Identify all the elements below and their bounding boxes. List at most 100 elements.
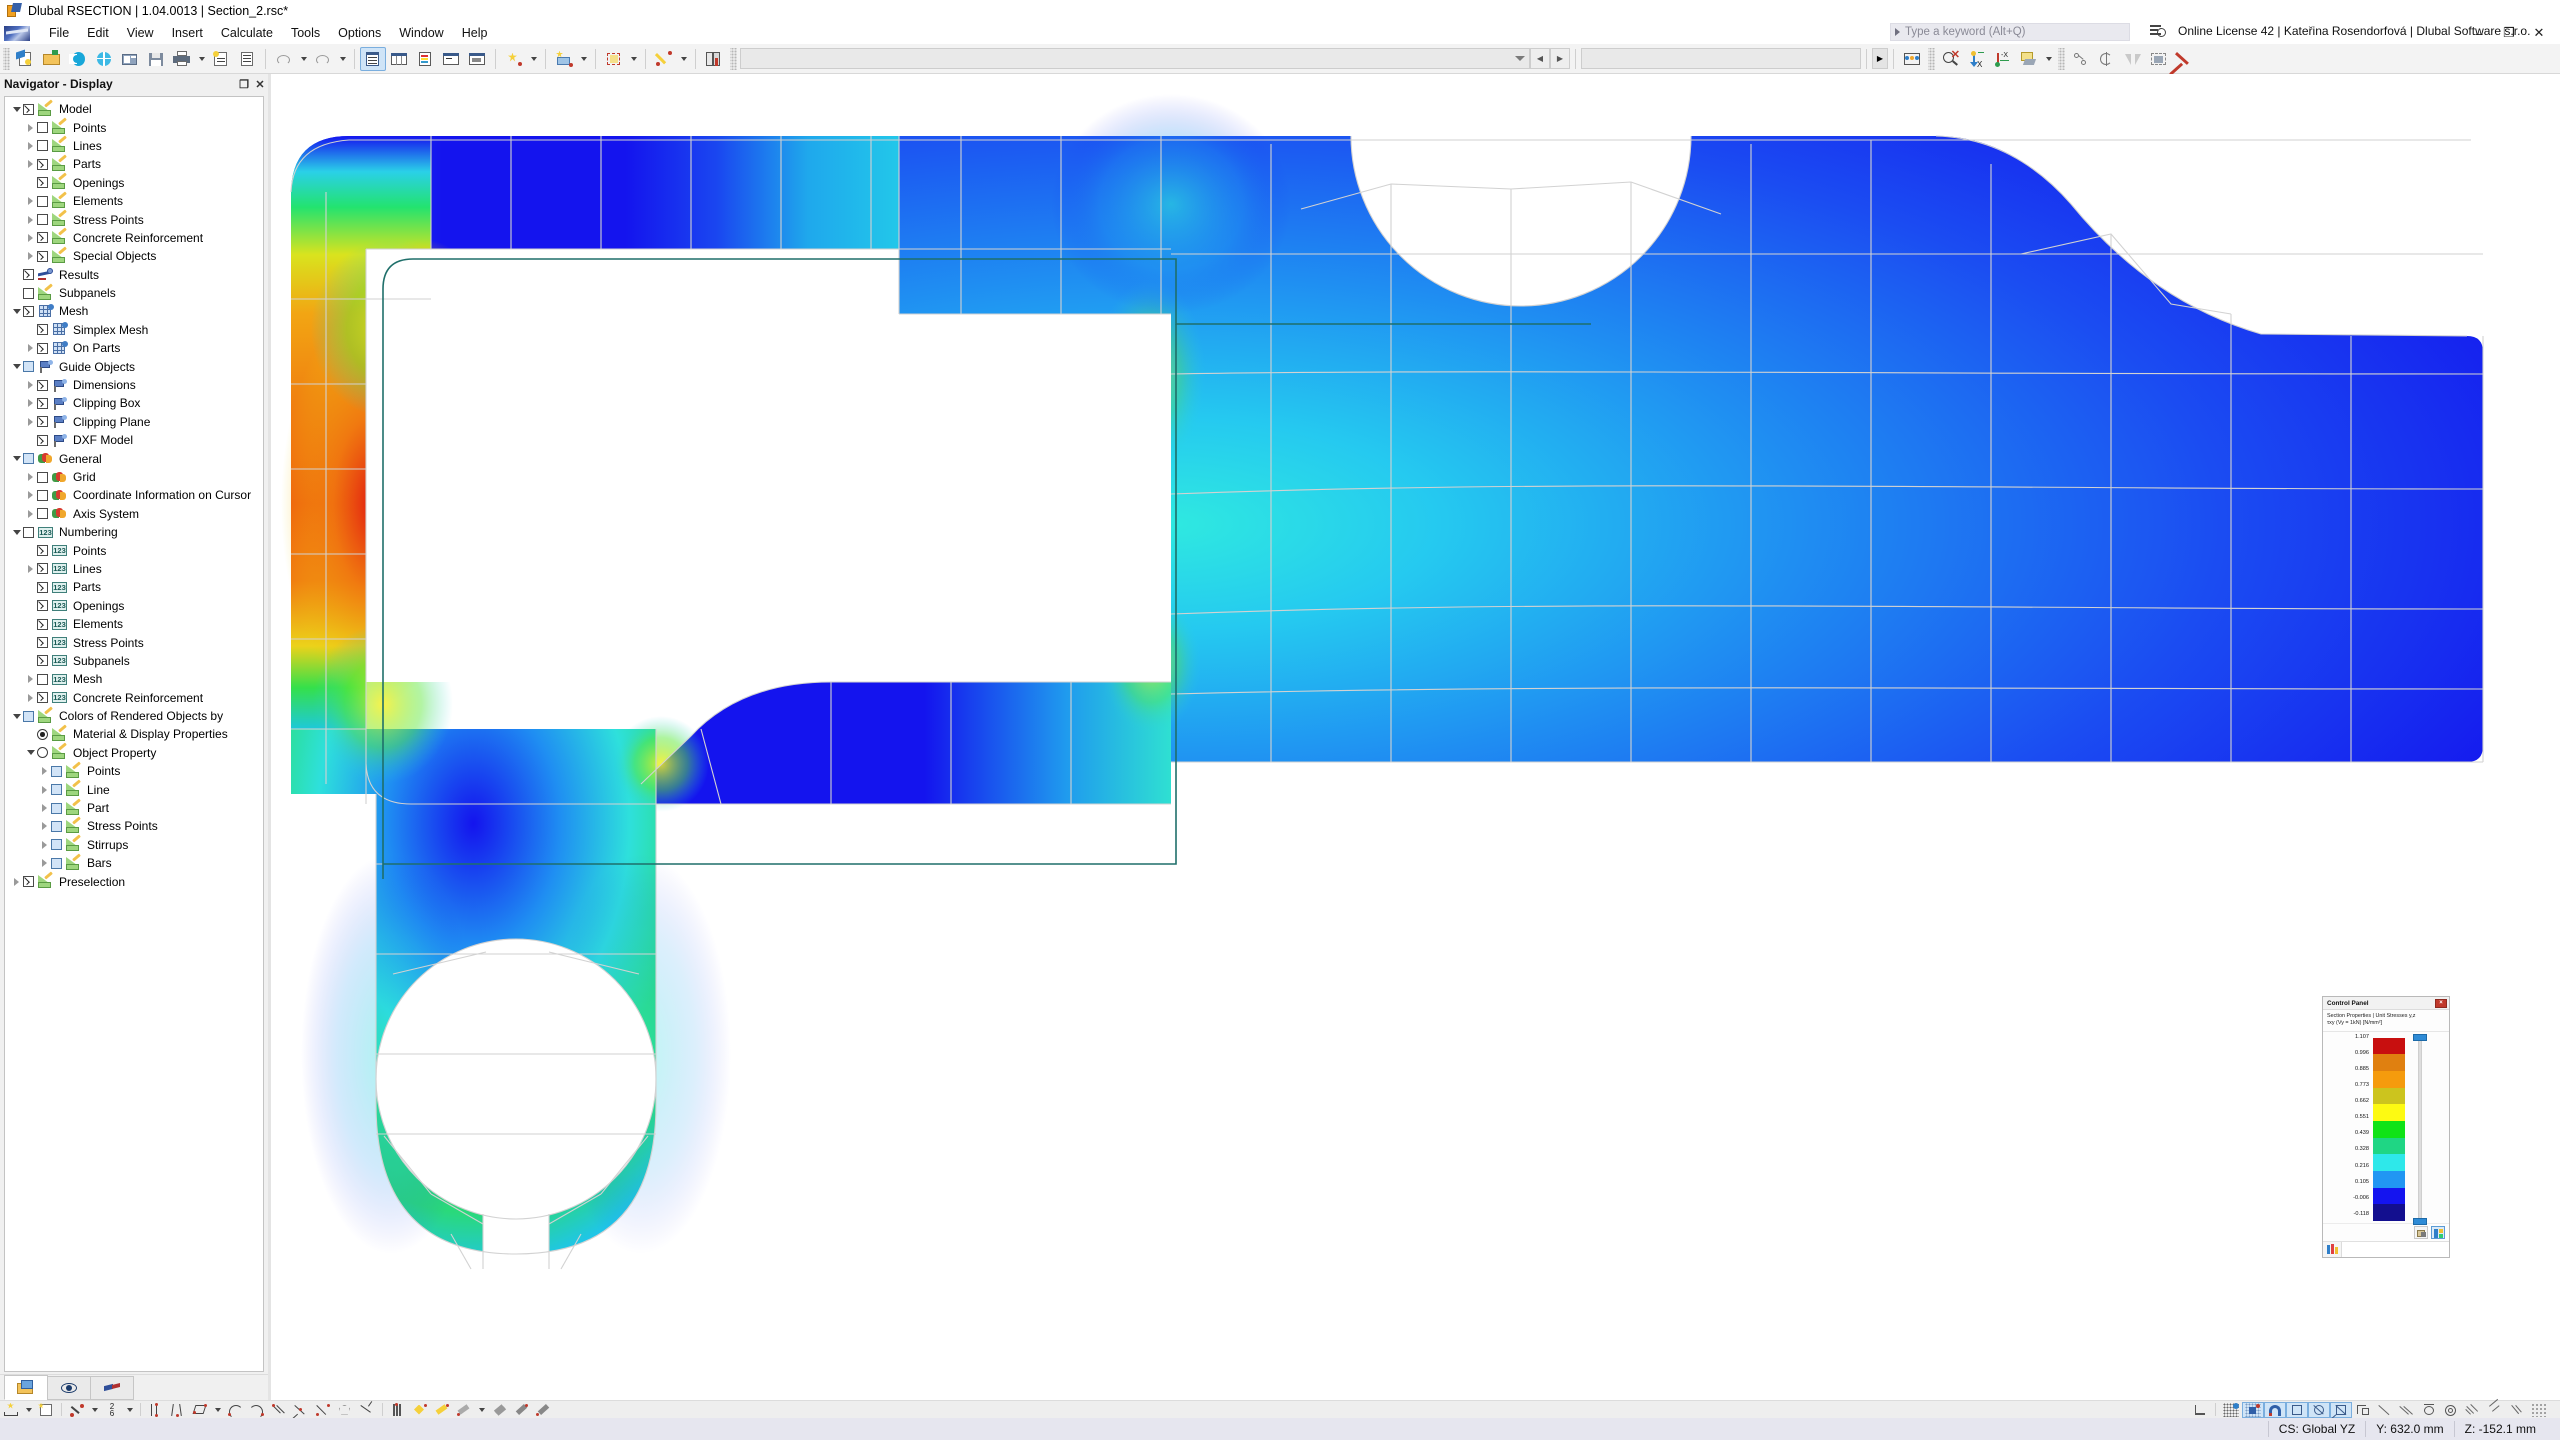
parallel-icon[interactable] [2396, 1402, 2418, 1418]
render-dropdown-arrow-icon[interactable] [2042, 47, 2055, 71]
line-dropdown-arrow-icon[interactable] [577, 47, 590, 71]
thick-line-icon[interactable] [510, 1402, 532, 1418]
tree-checkbox[interactable] [37, 545, 48, 557]
tree-item-lines[interactable]: 123 Lines [5, 560, 263, 578]
double-line-icon[interactable] [488, 1402, 510, 1418]
parallel-offset-icon[interactable] [268, 1402, 290, 1418]
zoom-cancel-icon[interactable]: ✕ [1938, 47, 1964, 71]
toolbar-grip[interactable] [3, 47, 10, 70]
yellow-wand-icon[interactable] [431, 1402, 453, 1418]
chevron-down-icon[interactable] [10, 523, 23, 541]
chevron-down-icon[interactable] [10, 100, 23, 118]
toolbar-grip-4[interactable] [2058, 47, 2065, 70]
chevron-right-icon[interactable] [24, 689, 37, 707]
tree-item-preselection[interactable]: Preselection [5, 871, 263, 890]
tree-item-points[interactable]: Points [5, 761, 263, 780]
dimension-icon[interactable] [0, 1402, 22, 1418]
tangent-icon[interactable] [312, 1402, 334, 1418]
tree-checkbox[interactable] [23, 305, 34, 317]
abacus-icon[interactable] [1899, 47, 1925, 71]
menu-item-help[interactable]: Help [453, 24, 497, 42]
tree-item-results[interactable]: Results [5, 266, 263, 284]
navigator-tree[interactable]: Model Points Lines Parts Openings Elements Str… [4, 96, 264, 1372]
tree-item-bars[interactable]: Bars [5, 853, 263, 872]
tree-item-clipping-box[interactable]: Clipping Box [5, 394, 263, 412]
tree-item-colors-of-rendered-objects-by[interactable]: Colors of Rendered Objects by [5, 706, 263, 725]
tree-checkbox[interactable] [51, 839, 62, 851]
tree-checkbox[interactable] [37, 618, 48, 630]
chevron-right-icon[interactable] [24, 394, 37, 412]
tree-checkbox[interactable] [37, 379, 48, 391]
page-prev-button[interactable]: ◀ [1530, 48, 1550, 69]
tree-checkbox[interactable] [37, 673, 48, 685]
line-star-icon[interactable] [551, 47, 577, 71]
mirror-icon[interactable] [2120, 47, 2146, 71]
tree-checkbox[interactable] [37, 416, 48, 428]
chevron-right-icon[interactable] [24, 192, 37, 210]
tree-checkbox[interactable] [37, 508, 48, 520]
snap-settings-icon[interactable] [35, 1402, 57, 1418]
console-icon[interactable] [438, 47, 464, 71]
globe-icon[interactable] [91, 47, 117, 71]
tree-checkbox[interactable] [51, 802, 62, 814]
menu-item-file[interactable]: File [40, 24, 78, 42]
tree-item-clipping-plane[interactable]: Clipping Plane [5, 413, 263, 431]
tree-item-points[interactable]: 123 Points [5, 541, 263, 559]
tree-item-elements[interactable]: 123 Elements [5, 615, 263, 633]
move-copy-icon[interactable] [2068, 47, 2094, 71]
navigator-panel-icon[interactable] [360, 46, 386, 71]
slider-max-handle[interactable] [2413, 1033, 2427, 1041]
legend-range-slider[interactable] [2405, 1033, 2435, 1225]
tree-checkbox[interactable] [37, 122, 48, 134]
page-icon[interactable] [234, 47, 260, 71]
tree-item-dxf-model[interactable]: DXF Model [5, 431, 263, 449]
tree-checkbox[interactable] [23, 103, 34, 115]
cross-square-icon[interactable] [2308, 1401, 2330, 1418]
tree-item-material-display-properties[interactable]: Material & Display Properties [5, 724, 263, 743]
magnet-icon[interactable] [2264, 1401, 2286, 1418]
tree-checkbox[interactable] [37, 637, 48, 649]
tree-item-elements[interactable]: Elements [5, 191, 263, 210]
tree-item-stress-points[interactable]: Stress Points [5, 816, 263, 835]
print-preview-icon[interactable] [117, 47, 143, 71]
control-panel-close-button[interactable]: × [2435, 998, 2447, 1008]
tree-checkbox[interactable] [23, 453, 34, 465]
arc-up-icon[interactable] [224, 1402, 246, 1419]
library-book-icon[interactable] [701, 47, 727, 71]
tree-item-guide-objects[interactable]: Guide Objects [5, 357, 263, 375]
chevron-right-icon[interactable] [24, 560, 37, 578]
printer-icon[interactable] [169, 47, 195, 71]
tree-checkbox[interactable] [37, 342, 48, 354]
tree-item-points[interactable]: Points [5, 117, 263, 136]
new-document-icon[interactable] [13, 47, 39, 71]
selection-combo[interactable] [740, 48, 1530, 69]
tree-checkbox[interactable] [37, 600, 48, 612]
tree-item-coordinate-information-on-cursor[interactable]: Coordinate Information on Cursor [5, 486, 263, 504]
tree-item-dimensions[interactable]: Dimensions [5, 376, 263, 394]
tree-item-stirrups[interactable]: Stirrups [5, 834, 263, 854]
tree-item-grid[interactable]: Grid [5, 468, 263, 486]
chevron-right-icon[interactable] [24, 137, 37, 155]
chevron-right-icon[interactable] [24, 468, 37, 486]
tree-radio[interactable] [37, 747, 48, 759]
axis-zx-icon[interactable]: X [1964, 47, 1990, 71]
color-panel-icon[interactable] [412, 47, 438, 71]
yellow-diamond-icon[interactable] [409, 1402, 431, 1418]
tree-item-stress-points[interactable]: Stress Points [5, 209, 263, 229]
parallel-lines-icon[interactable] [145, 1402, 167, 1418]
chevron-right-icon[interactable] [24, 376, 37, 394]
tree-checkbox[interactable] [37, 471, 48, 483]
control-panel[interactable]: Control Panel × Section Properties | Uni… [2322, 996, 2450, 1258]
tree-checkbox[interactable] [37, 397, 48, 409]
color-bars-icon[interactable] [2323, 1242, 2341, 1257]
boxed-x-icon[interactable] [2325, 1401, 2352, 1425]
tree-checkbox[interactable] [51, 857, 62, 869]
tree-item-parts[interactable]: 123 Parts [5, 578, 263, 596]
origin-corner-icon[interactable] [2189, 1402, 2211, 1418]
color-scale-icon[interactable] [2431, 1226, 2445, 1239]
chevron-right-icon[interactable] [24, 211, 37, 229]
point-dropdown-arrow-icon[interactable] [527, 47, 540, 71]
chevron-right-icon[interactable] [24, 486, 37, 504]
chevron-right-icon[interactable] [24, 670, 37, 688]
rays-3-icon[interactable] [2506, 1402, 2528, 1418]
